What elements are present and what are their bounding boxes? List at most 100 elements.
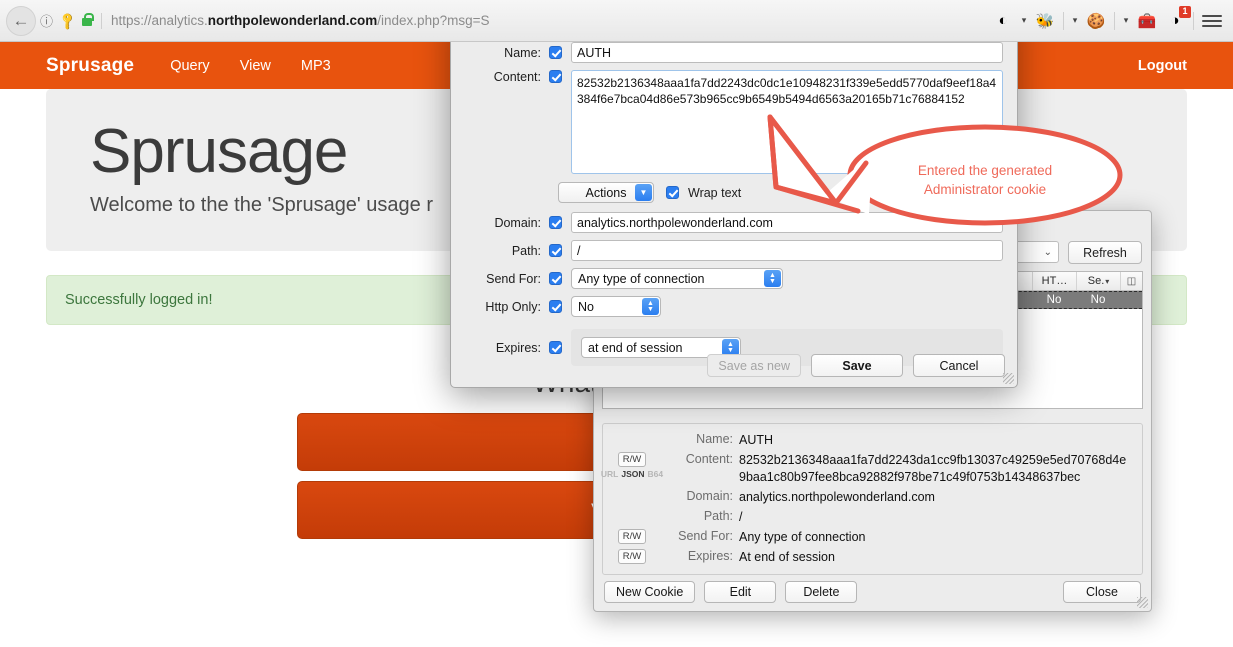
label-sendfor: Send For:	[486, 271, 541, 286]
padlock-icon	[81, 13, 94, 26]
info-icon[interactable]: ⓘ	[40, 11, 53, 30]
dialog-body: Name: AUTH Content: 82532b2136348aaa1fa7…	[451, 32, 1017, 366]
edit-cookie-dialog: Edit cookie - Cookies Manager+ Name: AUT…	[450, 5, 1018, 388]
url-text: https://analytics.northpolewonderland.co…	[111, 13, 490, 28]
resize-grip-handle[interactable]	[1137, 597, 1148, 608]
dropdown-caret-icon[interactable]: ▾	[1018, 15, 1030, 26]
detail-row-name: Name: AUTH	[609, 432, 1132, 449]
url-prefix: https://analytics.	[110, 13, 208, 28]
domain-input[interactable]: analytics.northpolewonderland.com	[571, 212, 1003, 233]
save-as-new-button[interactable]: Save as new	[707, 354, 801, 377]
field-row-httponly: Http Only: No ▲ ▼	[465, 296, 1003, 317]
cookie-manager-icon[interactable]: 🍪	[1083, 8, 1109, 34]
column-picker-button[interactable]: ◫	[1120, 272, 1142, 290]
field-row-path: Path: /	[465, 240, 1003, 261]
path-input[interactable]: /	[571, 240, 1003, 261]
detail-label-name: Name:	[696, 432, 733, 446]
encoding-b64-toggle[interactable]: B64	[648, 469, 664, 479]
field-row-sendfor: Send For: Any type of connection ▲ ▼	[465, 268, 1003, 289]
toolbox-icon[interactable]: 🧰	[1134, 8, 1160, 34]
toolbar-divider-3	[1193, 11, 1194, 30]
logout-link[interactable]: Logout	[1138, 58, 1187, 74]
detail-label-sendfor: Send For:	[678, 529, 733, 543]
downloads-icon[interactable]: ◑ 1	[1162, 5, 1191, 34]
detail-value-path: /	[739, 510, 743, 524]
label-httponly: Http Only:	[485, 299, 541, 314]
nav-link-view[interactable]: View	[240, 58, 271, 74]
toolbar-divider	[1063, 11, 1064, 30]
column-picker-icon: ◫	[1126, 275, 1137, 287]
content-textarea[interactable]: 82532b2136348aaa1fa7dd2243dc0dc1e1094823…	[571, 70, 1003, 174]
sendfor-select[interactable]: Any type of connection ▲ ▼	[571, 268, 783, 289]
checkbox-content[interactable]	[549, 70, 562, 83]
checkbox-sendfor[interactable]	[549, 272, 562, 285]
cell-secure: No	[1090, 294, 1106, 306]
reader-icon[interactable]: ◐	[990, 8, 1016, 34]
column-header-httponly[interactable]: HT…	[1032, 272, 1076, 290]
toolbar-divider-2	[1114, 11, 1115, 30]
rw-badge-content[interactable]: R/W	[617, 452, 647, 467]
actions-dropdown[interactable]: Actions ▼	[558, 182, 654, 203]
encoding-json-toggle[interactable]: JSON	[621, 469, 644, 479]
nav-link-query[interactable]: Query	[170, 58, 210, 74]
checkbox-domain[interactable]	[549, 216, 562, 229]
checkbox-wrap-text[interactable]	[666, 186, 679, 199]
name-input[interactable]: AUTH	[571, 42, 1003, 63]
dialog-button-bar: Save as new Save Cancel	[707, 354, 1005, 377]
dropdown-caret-icon-2[interactable]: ▾	[1069, 15, 1081, 26]
close-button[interactable]: Close	[1063, 581, 1141, 603]
address-bar[interactable]: ⓘ 🔑 https://analytics.northpolewonderlan…	[40, 8, 984, 34]
checkbox-path[interactable]	[549, 244, 562, 257]
url-divider	[100, 12, 102, 29]
save-button[interactable]: Save	[811, 354, 903, 377]
stepper-arrows-icon: ▲ ▼	[764, 270, 781, 287]
wrap-text-label: Wrap text	[688, 185, 742, 200]
field-row-domain: Domain: analytics.northpolewonderland.co…	[465, 212, 1003, 233]
label-path: Path:	[511, 243, 541, 258]
edit-button[interactable]: Edit	[704, 581, 777, 603]
label-expires: Expires:	[495, 340, 541, 355]
actions-row: Actions ▼ Wrap text	[558, 182, 1003, 203]
detail-label-path: Path:	[703, 509, 733, 523]
detail-label-domain: Domain:	[686, 489, 733, 503]
refresh-button[interactable]: Refresh	[1068, 241, 1142, 264]
encoding-toggles: URL JSON B64	[601, 469, 663, 479]
url-suffix: /index.php?msg=S	[377, 13, 490, 28]
chevron-down-icon: ⌄	[1043, 246, 1052, 258]
toolbar-icon-group: ◐ ▾ 🐝 ▾ 🍪 ▾ 🧰 ◑ 1	[990, 5, 1233, 34]
dialog-resize-grip[interactable]	[1003, 373, 1014, 384]
httponly-select[interactable]: No ▲ ▼	[571, 296, 661, 317]
encoding-url-toggle[interactable]: URL	[601, 469, 618, 479]
stepper-arrows-icon: ▲ ▼	[642, 298, 659, 315]
field-row-content: Content: 82532b2136348aaa1fa7dd2243dc0dc…	[465, 70, 1003, 174]
detail-row-path: Path: /	[609, 509, 1132, 526]
detail-value-domain: analytics.northpolewonderland.com	[739, 490, 935, 504]
url-domain: northpolewonderland.com	[207, 13, 378, 28]
detail-row-domain: Domain: analytics.northpolewonderland.co…	[609, 489, 1132, 506]
back-arrow-icon[interactable]: ←	[6, 5, 36, 36]
cancel-button[interactable]: Cancel	[913, 354, 1005, 377]
detail-value-expires: At end of session	[739, 550, 835, 564]
checkbox-httponly[interactable]	[549, 300, 562, 313]
detail-row-expires: R/W Expires: At end of session	[609, 549, 1132, 566]
delete-button[interactable]: Delete	[785, 581, 858, 603]
nav-link-mp3[interactable]: MP3	[301, 58, 331, 74]
rw-badge-sendfor[interactable]: R/W	[617, 529, 647, 544]
label-content: Content:	[493, 70, 541, 84]
chevron-down-icon: ▼	[635, 184, 652, 201]
detail-row-content: R/W URL JSON B64 Content: 82532b2136348a…	[601, 452, 1132, 486]
site-brand[interactable]: Sprusage	[46, 55, 134, 77]
checkbox-expires[interactable]	[549, 341, 562, 354]
dropdown-caret-icon-3[interactable]: ▾	[1120, 15, 1132, 26]
checkbox-name[interactable]	[549, 46, 562, 59]
screenshot-root: Sprusage Query View MP3 Logout Sprusage …	[0, 0, 1233, 647]
hamburger-menu-icon[interactable]	[1199, 8, 1225, 34]
detail-value-sendfor: Any type of connection	[739, 530, 866, 544]
bee-addon-icon[interactable]: 🐝	[1032, 8, 1058, 34]
new-cookie-button[interactable]: New Cookie	[604, 581, 696, 603]
rw-badge-expires[interactable]: R/W	[617, 549, 647, 564]
key-icon: 🔑	[57, 10, 78, 31]
notification-badge: 1	[1179, 5, 1191, 18]
column-header-secure[interactable]: Se. ▾	[1076, 272, 1120, 290]
wrap-text-toggle[interactable]: Wrap text	[666, 186, 741, 200]
